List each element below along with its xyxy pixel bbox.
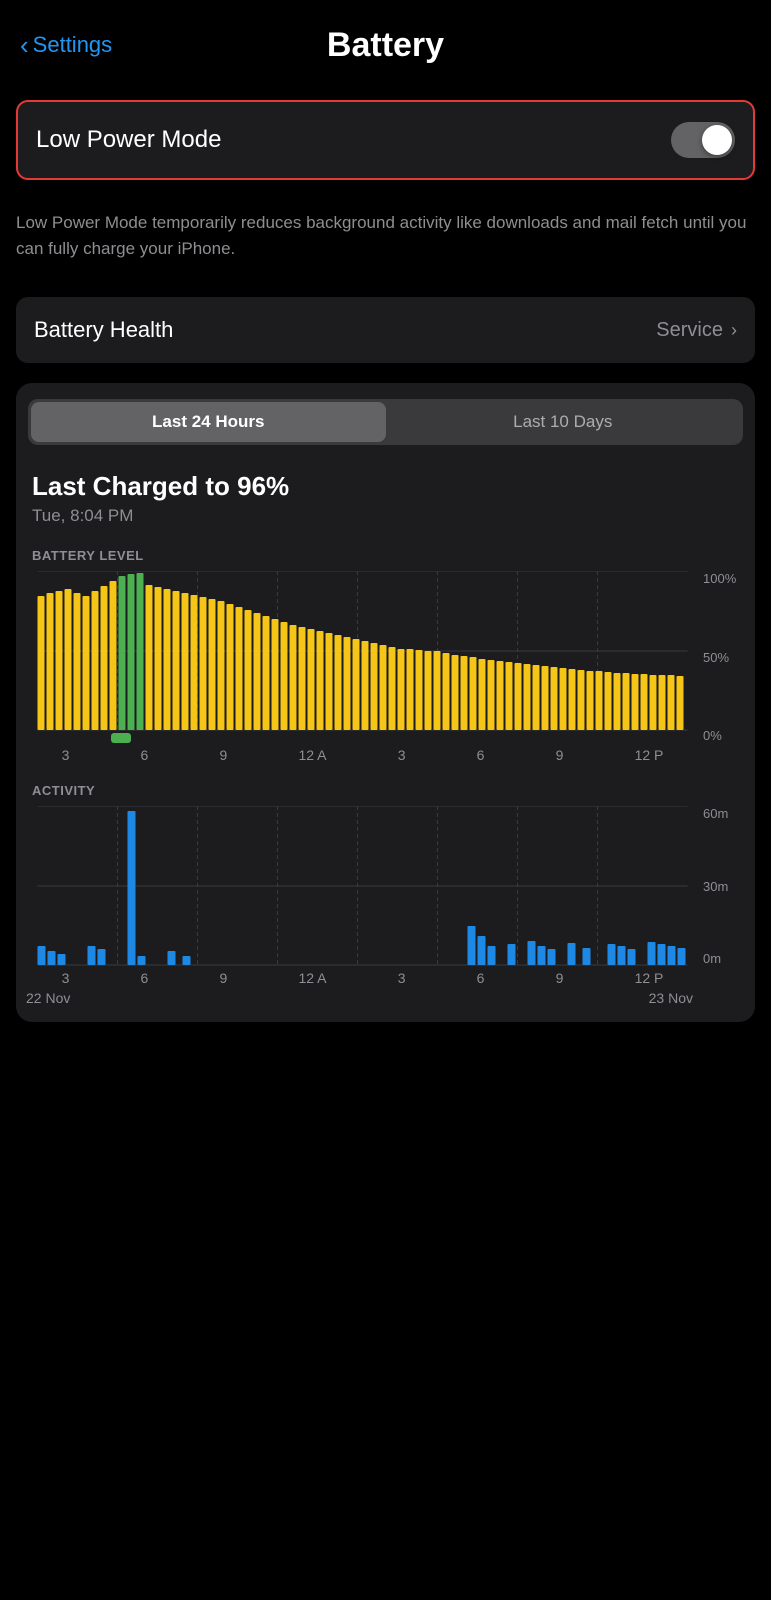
battery-health-card: Battery Health Service › [16, 297, 755, 363]
activity-x-axis: 3 6 9 12 A 3 6 9 12 P [26, 970, 745, 986]
battery-level-chart [26, 571, 699, 731]
tab-24h[interactable]: Last 24 Hours [31, 402, 386, 442]
x-label-6p: 6 [477, 747, 485, 763]
date-row: 22 Nov 23 Nov [16, 986, 755, 1006]
x-label-3a: 3 [62, 747, 70, 763]
low-power-mode-toggle[interactable] [671, 122, 735, 158]
toggle-knob [702, 125, 732, 155]
act-x-12a: 12 A [298, 970, 326, 986]
y-label-0m: 0m [703, 951, 741, 966]
act-x-3p: 3 [398, 970, 406, 986]
act-x-6a: 6 [141, 970, 149, 986]
activity-chart [26, 806, 699, 966]
back-chevron-icon: ‹ [20, 32, 29, 58]
activity-section: ACTIVITY [16, 763, 755, 986]
activity-y-axis: 60m 30m 0m [699, 806, 745, 966]
low-power-mode-card: Low Power Mode [16, 100, 755, 180]
stats-section: Last Charged to 96% Tue, 8:04 PM [16, 461, 755, 532]
date-label-23nov: 23 Nov [360, 990, 740, 1006]
charged-time: Tue, 8:04 PM [32, 506, 739, 526]
y-label-0: 0% [703, 728, 741, 743]
battery-level-section: BATTERY LEVEL [16, 532, 755, 763]
battery-health-label: Battery Health [34, 317, 173, 343]
x-label-12a: 12 A [298, 747, 326, 763]
low-power-description: Low Power Mode temporarily reduces backg… [0, 200, 771, 281]
battery-health-right: Service › [656, 319, 737, 342]
y-label-50: 50% [703, 650, 741, 665]
act-x-6p: 6 [477, 970, 485, 986]
act-x-9p: 9 [556, 970, 564, 986]
battery-x-axis: 3 6 9 12 A 3 6 9 12 P [26, 747, 745, 763]
chart-card: Last 24 Hours Last 10 Days Last Charged … [16, 383, 755, 1022]
page-title: Battery [327, 26, 444, 65]
time-range-tabs: Last 24 Hours Last 10 Days [28, 399, 743, 445]
tab-10d[interactable]: Last 10 Days [386, 402, 741, 442]
x-label-9a: 9 [220, 747, 228, 763]
y-label-100: 100% [703, 571, 741, 586]
low-power-mode-row[interactable]: Low Power Mode [16, 100, 755, 180]
page-header: ‹ Settings Battery [0, 0, 771, 80]
x-label-9p: 9 [556, 747, 564, 763]
battery-level-label: BATTERY LEVEL [26, 548, 745, 563]
act-x-9a: 9 [220, 970, 228, 986]
charging-indicator [111, 733, 131, 743]
battery-health-row[interactable]: Battery Health Service › [16, 297, 755, 363]
back-label: Settings [33, 32, 113, 58]
activity-label: ACTIVITY [26, 783, 745, 798]
date-label-22nov: 22 Nov [26, 990, 360, 1006]
x-label-3p: 3 [398, 747, 406, 763]
low-power-mode-label: Low Power Mode [36, 126, 221, 154]
x-label-12p: 12 P [635, 747, 664, 763]
y-label-60m: 60m [703, 806, 741, 821]
battery-y-axis: 100% 50% 0% [699, 571, 745, 743]
battery-health-service: Service [656, 319, 723, 342]
charged-title: Last Charged to 96% [32, 471, 739, 502]
y-label-30m: 30m [703, 879, 741, 894]
act-x-3a: 3 [62, 970, 70, 986]
chevron-right-icon: › [731, 320, 737, 341]
act-x-12p: 12 P [635, 970, 664, 986]
x-label-6a: 6 [141, 747, 149, 763]
back-button[interactable]: ‹ Settings [20, 32, 112, 58]
